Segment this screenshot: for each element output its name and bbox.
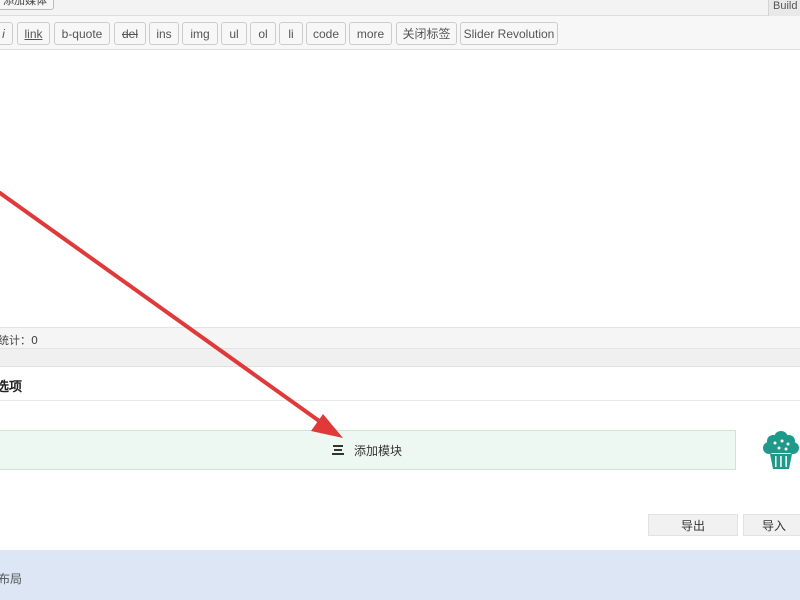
export-button[interactable]: 导出 <box>648 514 738 536</box>
builder-tab[interactable]: Build <box>768 0 800 16</box>
ins-button[interactable]: ins <box>149 22 179 45</box>
editor-textarea[interactable] <box>0 51 800 327</box>
hamburger-icon <box>331 445 344 455</box>
more-button[interactable]: more <box>349 22 392 45</box>
top-strip: 添加媒体 Build <box>0 0 800 16</box>
img-button[interactable]: img <box>182 22 218 45</box>
resize-handle-row <box>0 349 800 367</box>
cupcake-icon <box>763 431 799 469</box>
close-tags-button[interactable]: 关闭标签 <box>396 22 457 45</box>
link-button[interactable]: link <box>17 22 50 45</box>
import-button[interactable]: 导入 <box>743 514 800 536</box>
layout-label: 布局 <box>0 572 23 586</box>
options-heading: 选项 <box>0 380 23 395</box>
layout-footer-panel <box>0 550 800 600</box>
italic-button[interactable]: i <box>0 22 13 45</box>
word-count: 统计：0 <box>0 334 38 347</box>
del-button[interactable]: del <box>114 22 146 45</box>
ol-button[interactable]: ol <box>250 22 276 45</box>
add-module-button[interactable]: 添加模块 <box>0 430 736 470</box>
slider-revolution-button[interactable]: Slider Revolution <box>460 22 558 45</box>
ul-button[interactable]: ul <box>221 22 247 45</box>
add-module-label: 添加模块 <box>353 443 402 458</box>
editor-status-bar: 统计：0 <box>0 327 800 349</box>
add-media-button[interactable]: 添加媒体 <box>0 0 54 10</box>
blockquote-button[interactable]: b-quote <box>54 22 110 45</box>
code-button[interactable]: code <box>306 22 346 45</box>
quicktags-toolbar: i link b-quote del ins img ul ol li code… <box>0 16 800 50</box>
li-button[interactable]: li <box>279 22 303 45</box>
divider <box>0 400 800 401</box>
